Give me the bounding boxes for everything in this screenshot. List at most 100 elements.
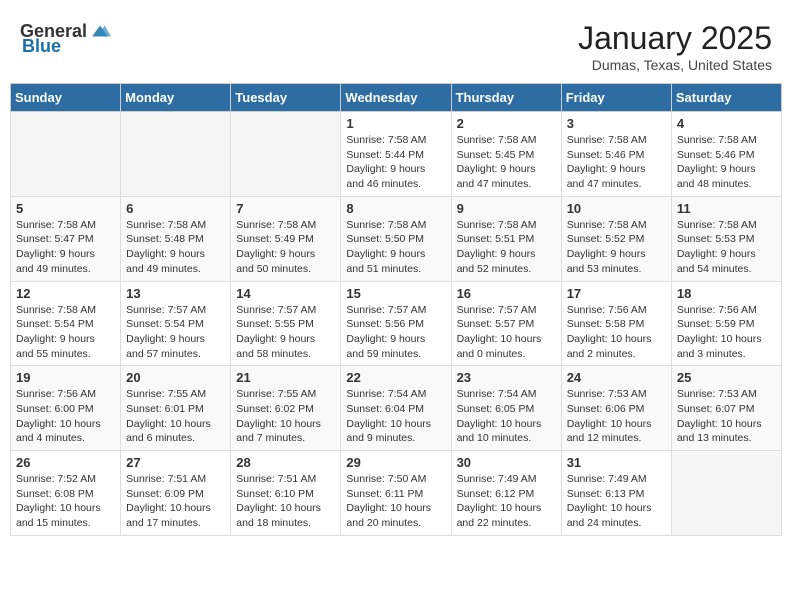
calendar-day-cell: 23 Sunrise: 7:54 AM Sunset: 6:05 PM Dayli… xyxy=(451,366,561,451)
calendar-day-cell: 3 Sunrise: 7:58 AM Sunset: 5:46 PM Daylig… xyxy=(561,112,671,197)
weekday-header-tuesday: Tuesday xyxy=(231,84,341,112)
day-number: 5 xyxy=(16,201,115,216)
day-info: Sunrise: 7:52 AM Sunset: 6:08 PM Dayligh… xyxy=(16,472,115,531)
day-number: 10 xyxy=(567,201,666,216)
calendar-day-cell: 16 Sunrise: 7:57 AM Sunset: 5:57 PM Dayli… xyxy=(451,281,561,366)
weekday-header-monday: Monday xyxy=(121,84,231,112)
calendar-table: SundayMondayTuesdayWednesdayThursdayFrid… xyxy=(10,83,782,536)
day-info: Sunrise: 7:58 AM Sunset: 5:49 PM Dayligh… xyxy=(236,218,335,277)
day-number: 17 xyxy=(567,286,666,301)
title-block: January 2025 Dumas, Texas, United States xyxy=(578,20,772,73)
weekday-header-friday: Friday xyxy=(561,84,671,112)
day-info: Sunrise: 7:58 AM Sunset: 5:44 PM Dayligh… xyxy=(346,133,445,192)
calendar-day-cell: 14 Sunrise: 7:57 AM Sunset: 5:55 PM Dayli… xyxy=(231,281,341,366)
day-info: Sunrise: 7:58 AM Sunset: 5:48 PM Dayligh… xyxy=(126,218,225,277)
calendar-day-cell: 4 Sunrise: 7:58 AM Sunset: 5:46 PM Daylig… xyxy=(671,112,781,197)
day-info: Sunrise: 7:58 AM Sunset: 5:45 PM Dayligh… xyxy=(457,133,556,192)
weekday-header-row: SundayMondayTuesdayWednesdayThursdayFrid… xyxy=(11,84,782,112)
calendar-day-cell: 26 Sunrise: 7:52 AM Sunset: 6:08 PM Dayli… xyxy=(11,451,121,536)
day-info: Sunrise: 7:57 AM Sunset: 5:55 PM Dayligh… xyxy=(236,303,335,362)
logo-icon xyxy=(89,20,111,42)
day-number: 26 xyxy=(16,455,115,470)
day-number: 13 xyxy=(126,286,225,301)
calendar-day-cell xyxy=(671,451,781,536)
calendar-week-row: 12 Sunrise: 7:58 AM Sunset: 5:54 PM Dayli… xyxy=(11,281,782,366)
calendar-day-cell: 13 Sunrise: 7:57 AM Sunset: 5:54 PM Dayli… xyxy=(121,281,231,366)
calendar-day-cell: 17 Sunrise: 7:56 AM Sunset: 5:58 PM Dayli… xyxy=(561,281,671,366)
day-info: Sunrise: 7:57 AM Sunset: 5:57 PM Dayligh… xyxy=(457,303,556,362)
calendar-day-cell: 20 Sunrise: 7:55 AM Sunset: 6:01 PM Dayli… xyxy=(121,366,231,451)
day-info: Sunrise: 7:58 AM Sunset: 5:54 PM Dayligh… xyxy=(16,303,115,362)
calendar-day-cell: 12 Sunrise: 7:58 AM Sunset: 5:54 PM Dayli… xyxy=(11,281,121,366)
calendar-day-cell: 25Sunrise: 7:53 AM Sunset: 6:07 PM Dayli… xyxy=(671,366,781,451)
calendar-day-cell: 1 Sunrise: 7:58 AM Sunset: 5:44 PM Daylig… xyxy=(341,112,451,197)
calendar-week-row: 1 Sunrise: 7:58 AM Sunset: 5:44 PM Daylig… xyxy=(11,112,782,197)
calendar-day-cell: 2Sunrise: 7:58 AM Sunset: 5:45 PM Daylig… xyxy=(451,112,561,197)
calendar-day-cell: 31 Sunrise: 7:49 AM Sunset: 6:13 PM Dayli… xyxy=(561,451,671,536)
day-number: 20 xyxy=(126,370,225,385)
day-number: 7 xyxy=(236,201,335,216)
calendar-week-row: 26 Sunrise: 7:52 AM Sunset: 6:08 PM Dayli… xyxy=(11,451,782,536)
day-info: Sunrise: 7:51 AM Sunset: 6:10 PM Dayligh… xyxy=(236,472,335,531)
day-number: 18 xyxy=(677,286,776,301)
day-number: 4 xyxy=(677,116,776,131)
day-info: Sunrise: 7:58 AM Sunset: 5:47 PM Dayligh… xyxy=(16,218,115,277)
day-info: Sunrise: 7:57 AM Sunset: 5:54 PM Dayligh… xyxy=(126,303,225,362)
calendar-day-cell: 8Sunrise: 7:58 AM Sunset: 5:50 PM Daylig… xyxy=(341,196,451,281)
day-number: 11 xyxy=(677,201,776,216)
day-info: Sunrise: 7:49 AM Sunset: 6:13 PM Dayligh… xyxy=(567,472,666,531)
calendar-day-cell: 22Sunrise: 7:54 AM Sunset: 6:04 PM Dayli… xyxy=(341,366,451,451)
day-number: 12 xyxy=(16,286,115,301)
day-info: Sunrise: 7:55 AM Sunset: 6:01 PM Dayligh… xyxy=(126,387,225,446)
day-info: Sunrise: 7:53 AM Sunset: 6:07 PM Dayligh… xyxy=(677,387,776,446)
weekday-header-wednesday: Wednesday xyxy=(341,84,451,112)
day-number: 15 xyxy=(346,286,445,301)
calendar-day-cell: 9Sunrise: 7:58 AM Sunset: 5:51 PM Daylig… xyxy=(451,196,561,281)
day-number: 30 xyxy=(457,455,556,470)
calendar-day-cell: 5 Sunrise: 7:58 AM Sunset: 5:47 PM Daylig… xyxy=(11,196,121,281)
day-number: 3 xyxy=(567,116,666,131)
day-number: 27 xyxy=(126,455,225,470)
calendar-day-cell: 15Sunrise: 7:57 AM Sunset: 5:56 PM Dayli… xyxy=(341,281,451,366)
day-info: Sunrise: 7:58 AM Sunset: 5:52 PM Dayligh… xyxy=(567,218,666,277)
day-number: 6 xyxy=(126,201,225,216)
day-number: 8 xyxy=(346,201,445,216)
weekday-header-saturday: Saturday xyxy=(671,84,781,112)
day-info: Sunrise: 7:54 AM Sunset: 6:04 PM Dayligh… xyxy=(346,387,445,446)
day-number: 1 xyxy=(346,116,445,131)
day-info: Sunrise: 7:58 AM Sunset: 5:51 PM Dayligh… xyxy=(457,218,556,277)
day-number: 16 xyxy=(457,286,556,301)
day-info: Sunrise: 7:49 AM Sunset: 6:12 PM Dayligh… xyxy=(457,472,556,531)
day-info: Sunrise: 7:56 AM Sunset: 5:58 PM Dayligh… xyxy=(567,303,666,362)
calendar-day-cell: 6 Sunrise: 7:58 AM Sunset: 5:48 PM Daylig… xyxy=(121,196,231,281)
calendar-day-cell: 10 Sunrise: 7:58 AM Sunset: 5:52 PM Dayli… xyxy=(561,196,671,281)
weekday-header-thursday: Thursday xyxy=(451,84,561,112)
calendar-day-cell: 21Sunrise: 7:55 AM Sunset: 6:02 PM Dayli… xyxy=(231,366,341,451)
calendar-week-row: 19Sunrise: 7:56 AM Sunset: 6:00 PM Dayli… xyxy=(11,366,782,451)
day-number: 31 xyxy=(567,455,666,470)
day-number: 28 xyxy=(236,455,335,470)
calendar-day-cell: 11 Sunrise: 7:58 AM Sunset: 5:53 PM Dayli… xyxy=(671,196,781,281)
day-info: Sunrise: 7:58 AM Sunset: 5:53 PM Dayligh… xyxy=(677,218,776,277)
day-info: Sunrise: 7:56 AM Sunset: 5:59 PM Dayligh… xyxy=(677,303,776,362)
logo: General Blue xyxy=(20,20,111,57)
calendar-day-cell: 24 Sunrise: 7:53 AM Sunset: 6:06 PM Dayli… xyxy=(561,366,671,451)
day-info: Sunrise: 7:54 AM Sunset: 6:05 PM Dayligh… xyxy=(457,387,556,446)
day-number: 14 xyxy=(236,286,335,301)
day-number: 24 xyxy=(567,370,666,385)
calendar-day-cell: 19Sunrise: 7:56 AM Sunset: 6:00 PM Dayli… xyxy=(11,366,121,451)
calendar-day-cell xyxy=(231,112,341,197)
day-info: Sunrise: 7:58 AM Sunset: 5:46 PM Dayligh… xyxy=(567,133,666,192)
calendar-day-cell: 7 Sunrise: 7:58 AM Sunset: 5:49 PM Daylig… xyxy=(231,196,341,281)
calendar-day-cell xyxy=(121,112,231,197)
month-title: January 2025 xyxy=(578,20,772,57)
calendar-day-cell: 30 Sunrise: 7:49 AM Sunset: 6:12 PM Dayli… xyxy=(451,451,561,536)
day-info: Sunrise: 7:53 AM Sunset: 6:06 PM Dayligh… xyxy=(567,387,666,446)
calendar-week-row: 5 Sunrise: 7:58 AM Sunset: 5:47 PM Daylig… xyxy=(11,196,782,281)
day-info: Sunrise: 7:51 AM Sunset: 6:09 PM Dayligh… xyxy=(126,472,225,531)
day-info: Sunrise: 7:58 AM Sunset: 5:46 PM Dayligh… xyxy=(677,133,776,192)
day-info: Sunrise: 7:50 AM Sunset: 6:11 PM Dayligh… xyxy=(346,472,445,531)
day-number: 23 xyxy=(457,370,556,385)
calendar-day-cell: 27 Sunrise: 7:51 AM Sunset: 6:09 PM Dayli… xyxy=(121,451,231,536)
logo-blue: Blue xyxy=(22,36,61,57)
